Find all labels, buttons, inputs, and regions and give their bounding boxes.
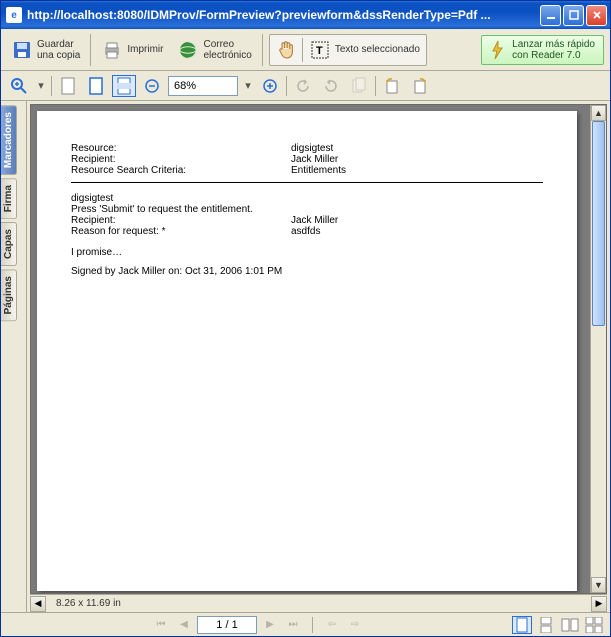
toolbar-separator [286,76,287,96]
continuous-view-button[interactable] [536,616,556,634]
bolt-icon [490,40,504,60]
next-page-button[interactable]: ▶ [260,616,280,634]
horizontal-scroll-row: ◀ 8.26 x 11.69 in ▶ [30,594,607,612]
save-label-2: una copia [37,50,80,61]
vertical-scrollbar[interactable]: ▲ ▼ [590,105,606,593]
save-label-1: Guardar [37,39,80,50]
text-select-label: Texto seleccionado [335,44,420,55]
toolbar-separator [302,38,303,62]
single-page-view-button[interactable] [512,616,532,634]
side-panel-tabs: Marcadores Firma Capas Páginas [1,101,27,612]
text-select-button[interactable]: T Texto seleccionado [309,39,420,61]
body-resource: digsigtest [71,193,543,204]
window-title: http://localhost:8080/IDMProv/FormPrevie… [27,8,540,22]
zoom-toolbar: ▾ 68% ▾ [1,71,610,101]
toolbar-separator [90,34,91,66]
print-button[interactable]: Imprimir [97,37,167,63]
work-area: Marcadores Firma Capas Páginas ▶ Resourc… [1,101,610,612]
undo-button[interactable] [291,75,315,97]
scroll-down-button[interactable]: ▼ [591,577,606,593]
email-icon [177,39,199,61]
value-recipient: Jack Miller [291,154,543,165]
scroll-thumb[interactable] [592,121,605,326]
zoom-in-button[interactable] [258,75,282,97]
nav-back-button[interactable]: ⇦ [322,616,342,634]
zoom-value: 68% [174,80,196,92]
label-resource: Resource: [71,143,291,154]
last-page-button[interactable]: ⏭ [283,616,303,634]
text-select-icon: T [309,39,331,61]
page-number-value: 1 / 1 [216,619,237,631]
zoom-out-button[interactable] [140,75,164,97]
tab-bookmarks[interactable]: Marcadores [1,105,17,175]
toolbar-separator [51,76,52,96]
fit-page-button[interactable] [112,75,136,97]
tab-layers[interactable]: Capas [1,222,17,266]
nav-forward-button[interactable]: ⇨ [345,616,365,634]
document-scroll-area[interactable]: Resource: digsigtest Recipient: Jack Mil… [31,105,590,593]
main-toolbar: Guardar una copia Imprimir Correo electr… [1,29,610,71]
zoom-field-dropdown[interactable]: ▾ [242,75,254,97]
email-label-1: Correo [203,39,251,50]
facing-view-button[interactable] [560,616,580,634]
divider-line [71,182,543,183]
label-search-criteria: Resource Search Criteria: [71,165,291,176]
label-recipient: Recipient: [71,154,291,165]
tab-pages[interactable]: Páginas [1,269,17,321]
body-signed: Signed by Jack Miller on: Oct 31, 2006 1… [71,266,543,277]
scroll-track[interactable] [591,121,606,577]
launch-label-2: con Reader 7.0 [512,50,595,61]
rotate-cw-button[interactable] [408,75,432,97]
rotate-ccw-button[interactable] [380,75,404,97]
toolbar-separator [262,34,263,66]
printer-icon [101,39,123,61]
svg-text:T: T [316,45,323,57]
zoom-dropdown[interactable]: ▾ [35,75,47,97]
body-recipient-label: Recipient: [71,215,291,226]
document-viewport: ▶ Resource: digsigtest Recipient: Jack M… [30,104,607,594]
print-label: Imprimir [127,44,163,55]
body-promise: I promise… [71,247,543,258]
email-label-2: electrónico [203,50,251,61]
value-search-criteria: Entitlements [291,165,543,176]
zoom-tool-button[interactable] [7,75,31,97]
minimize-button[interactable] [540,5,561,26]
window-titlebar: e http://localhost:8080/IDMProv/FormPrev… [1,1,610,29]
body-reason-label: Reason for request: * [71,226,291,237]
floppy-icon [11,39,33,61]
toolbar-separator [375,76,376,96]
save-copy-button[interactable]: Guardar una copia [7,37,84,63]
launch-faster-button[interactable]: Lanzar más rápido con Reader 7.0 [481,35,604,65]
app-icon: e [6,7,22,23]
page-number-field[interactable]: 1 / 1 [197,616,257,634]
pager-separator [312,617,313,633]
fit-width-button[interactable] [84,75,108,97]
page-dimensions: 8.26 x 11.69 in [46,598,131,609]
copy-button[interactable] [347,75,371,97]
email-button[interactable]: Correo electrónico [173,37,255,63]
close-button[interactable] [586,5,607,26]
scroll-up-button[interactable]: ▲ [591,105,606,121]
page-navigation-bar: ⏮ ◀ 1 / 1 ▶ ⏭ ⇦ ⇨ [1,612,610,636]
first-page-button[interactable]: ⏮ [151,616,171,634]
body-recipient-value: Jack Miller [291,215,543,226]
redo-button[interactable] [319,75,343,97]
tab-signature[interactable]: Firma [1,178,17,219]
pdf-page: Resource: digsigtest Recipient: Jack Mil… [37,111,577,591]
body-reason-value: asdfds [291,226,543,237]
hscroll-right-button[interactable]: ▶ [591,596,607,612]
body-instruction: Press 'Submit' to request the entitlemen… [71,204,543,215]
continuous-facing-view-button[interactable] [584,616,604,634]
page-blank-button[interactable] [56,75,80,97]
maximize-button[interactable] [563,5,584,26]
zoom-level-field[interactable]: 68% [168,76,238,96]
hand-tool-button[interactable] [276,39,296,61]
prev-page-button[interactable]: ◀ [174,616,194,634]
value-resource: digsigtest [291,143,543,154]
hscroll-left-button[interactable]: ◀ [30,596,46,612]
launch-label-1: Lanzar más rápido [512,39,595,50]
